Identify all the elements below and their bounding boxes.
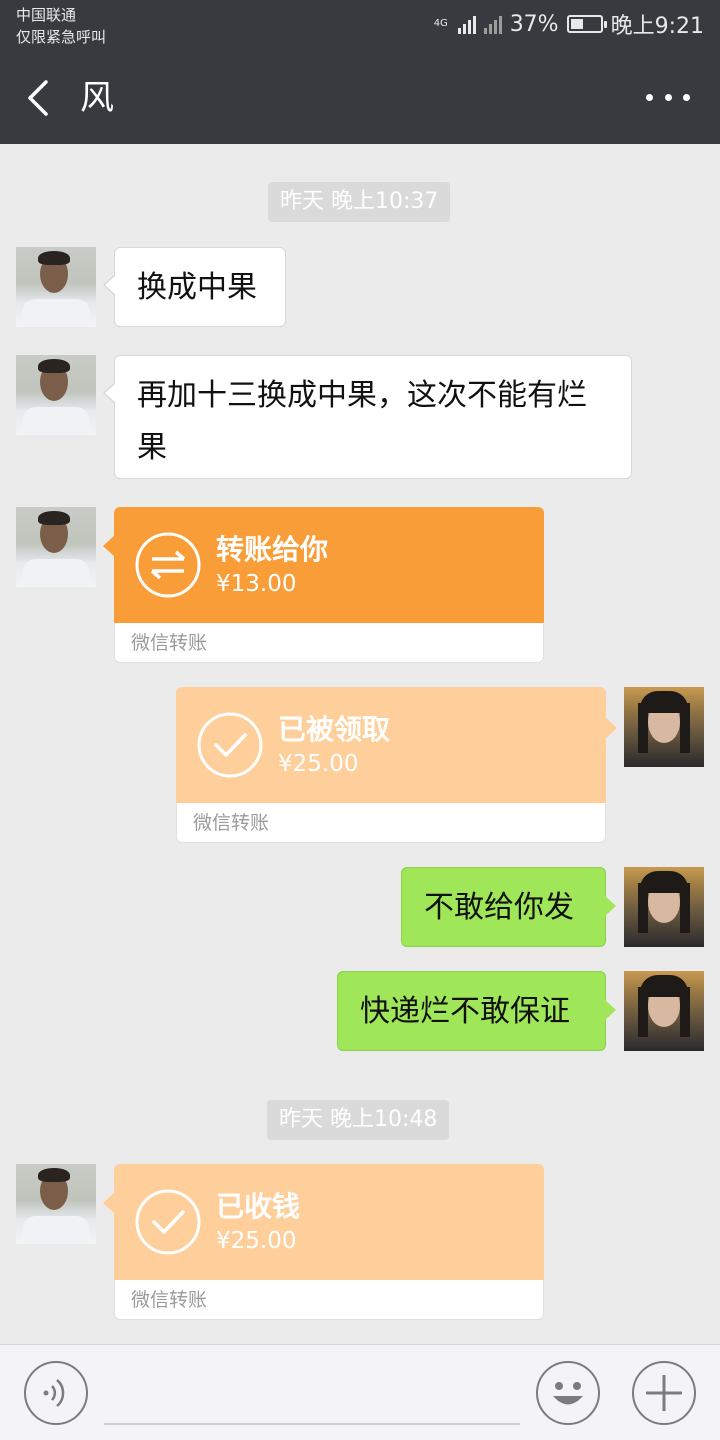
transfer-card-body: 转账给你 ¥13.00 — [103, 507, 544, 623]
battery-percent: 37% — [509, 11, 559, 37]
status-carrier: 中国联通 仅限紧急呼叫 — [16, 4, 106, 48]
message-bubble[interactable]: 再加十三换成中果，这次不能有烂果 — [103, 355, 632, 479]
title-bar: 风 — [0, 52, 720, 144]
message-text: 换成中果 — [137, 270, 257, 305]
avatar[interactable] — [624, 867, 704, 947]
transfer-card-body: 已被领取 ¥25.00 — [176, 687, 617, 803]
plus-button[interactable] — [632, 1361, 696, 1425]
avatar[interactable] — [624, 687, 704, 767]
check-circle-icon — [135, 1189, 201, 1255]
top-bar: 中国联通 仅限紧急呼叫 4G 37% 晚上9:21 风 — [0, 0, 720, 144]
status-time: 晚上9:21 — [610, 14, 704, 39]
status-indicators: 4G 37% 晚上9:21 — [434, 8, 704, 40]
message-input[interactable] — [104, 1361, 520, 1425]
message-bubble[interactable]: 快递烂不敢保证 — [337, 971, 616, 1051]
message-text: 不敢给你发 — [424, 890, 574, 925]
transfer-footer: 微信转账 — [114, 1280, 544, 1320]
signal-icon — [457, 14, 476, 34]
message-text: 再加十三换成中果，这次不能有烂果 — [137, 378, 587, 465]
transfer-title: 已收钱 — [216, 1190, 301, 1223]
avatar[interactable] — [16, 1164, 96, 1244]
more-button[interactable] — [646, 82, 690, 112]
transfer-amount: ¥13.00 — [216, 571, 297, 597]
voice-icon — [43, 1379, 65, 1407]
more-dots-icon — [646, 93, 653, 101]
avatar[interactable] — [624, 971, 704, 1051]
avatar[interactable] — [16, 507, 96, 587]
transfer-card[interactable]: 转账给你 ¥13.00 微信转账 — [103, 507, 544, 663]
input-bar — [0, 1344, 720, 1440]
transfer-card[interactable]: 已收钱 ¥25.00 微信转账 — [103, 1164, 544, 1320]
chat-title: 风 — [80, 78, 114, 118]
transfer-footer: 微信转账 — [176, 803, 606, 843]
transfer-amount: ¥25.00 — [278, 751, 359, 777]
plus-icon — [646, 1375, 682, 1411]
transfer-amount: ¥25.00 — [216, 1228, 297, 1254]
transfer-footer: 微信转账 — [114, 623, 544, 663]
carrier-note: 仅限紧急呼叫 — [16, 28, 107, 46]
back-arrow-icon — [28, 80, 48, 116]
message-bubble[interactable]: 换成中果 — [103, 247, 286, 327]
avatar[interactable] — [16, 355, 96, 435]
transfer-title: 已被领取 — [278, 713, 391, 746]
avatar[interactable] — [16, 247, 96, 327]
message-text: 快递烂不敢保证 — [360, 994, 570, 1029]
carrier-name: 中国联通 — [16, 6, 77, 24]
message-bubble[interactable]: 不敢给你发 — [401, 867, 616, 947]
timestamp: 昨天 晚上10:37 — [268, 182, 451, 222]
back-button[interactable] — [22, 74, 62, 122]
transfer-title: 转账给你 — [216, 533, 329, 566]
check-circle-icon — [197, 712, 263, 778]
transfer-card[interactable]: 已被领取 ¥25.00 微信转账 — [176, 687, 617, 843]
emoji-button[interactable] — [536, 1361, 600, 1425]
timestamp: 昨天 晚上10:48 — [267, 1100, 450, 1140]
emoji-icon — [553, 1382, 583, 1405]
signal-icon-sim2 — [483, 14, 502, 34]
chat-area[interactable]: 昨天 晚上10:37 换成中果 再加十三换成中果，这次不能有烂果 转账给你 ¥1… — [0, 144, 720, 1344]
transfer-arrows-icon — [135, 532, 201, 598]
network-type: 4G — [433, 18, 448, 29]
battery-icon — [566, 15, 607, 33]
transfer-card-body: 已收钱 ¥25.00 — [103, 1164, 544, 1280]
voice-button[interactable] — [24, 1361, 88, 1425]
